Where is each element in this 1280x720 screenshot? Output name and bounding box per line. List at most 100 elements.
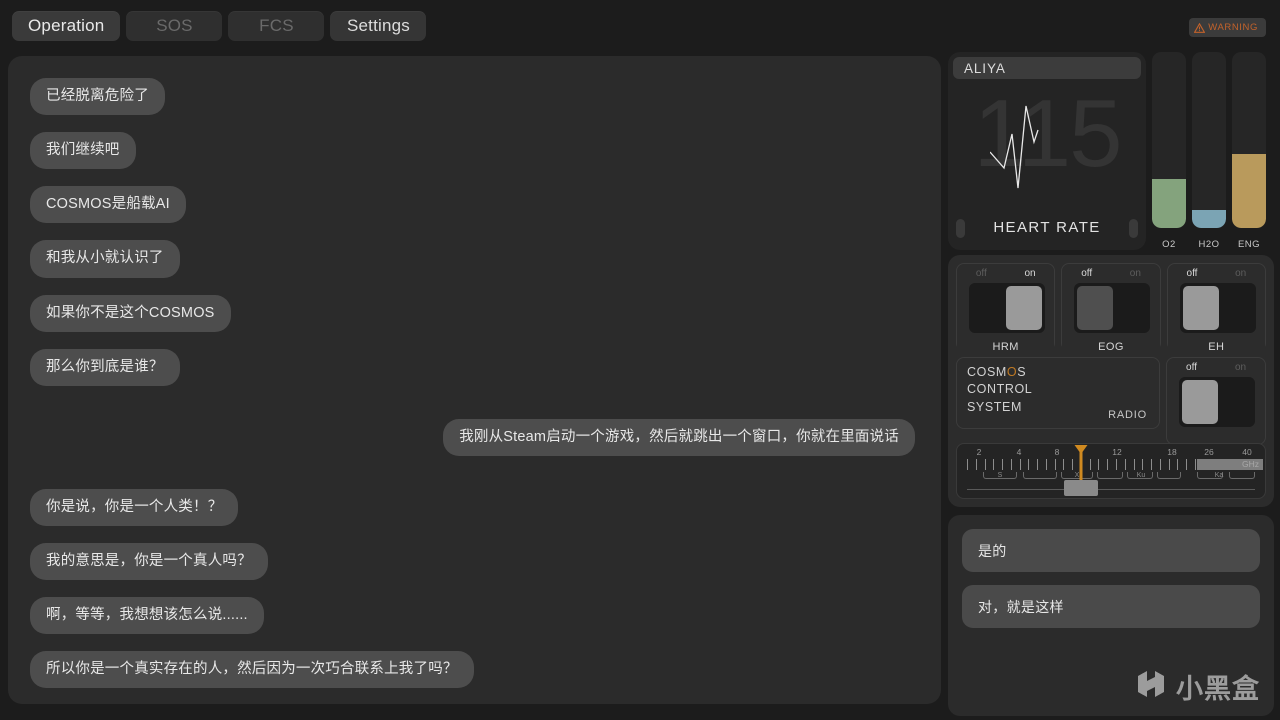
chat-bubble: 我们继续吧 — [30, 132, 136, 170]
cosmos-line-1: COSMOS — [967, 365, 1027, 379]
switch-off-label: off — [975, 268, 987, 279]
switch-name-label: EOG — [1062, 341, 1160, 353]
cosmos-control-system: COSMOS CONTROL SYSTEM RADIO — [956, 357, 1160, 429]
chat-message-row: 和我从小就认识了 — [30, 240, 915, 278]
gauge-label: ENG — [1237, 239, 1261, 250]
freq-tick-label: 40 — [1242, 447, 1252, 457]
switch-track — [1179, 283, 1256, 333]
frequency-ticks — [967, 459, 1231, 470]
chat-bubble-outgoing: 我刚从Steam启动一个游戏，然后就跳出一个窗口，你就在里面说话 — [443, 418, 915, 456]
switch-state-labels: off on — [1062, 268, 1159, 279]
chat-gap — [30, 403, 915, 419]
chat-bubble: 如果你不是这个COSMOS — [30, 294, 231, 332]
band-label-ku: Ku — [1136, 472, 1146, 479]
watermark: 小黑盒 — [1134, 667, 1260, 706]
cosmos-title: COSMOS CONTROL SYSTEM — [967, 364, 1149, 416]
status-badge-warning[interactable]: WARNING — [1189, 18, 1266, 37]
reply-option[interactable]: 是的 — [962, 529, 1260, 572]
chat-bubble: 啊，等等，我想想该怎么说...... — [30, 597, 264, 635]
chat-panel[interactable]: 已经脱离危险了 我们继续吧 COSMOS是船载AI 和我从小就认识了 如果你不是… — [8, 56, 941, 704]
gauge-fill — [1232, 154, 1266, 228]
warning-label: WARNING — [1208, 22, 1258, 33]
switch-off-label: off — [1081, 268, 1093, 279]
switch-track — [969, 283, 1045, 333]
chat-message-row: 我们继续吧 — [30, 132, 915, 170]
chat-bubble: 我的意思是，你是一个真人吗？ — [30, 543, 268, 581]
switch-row-sensors: off on HRM off on EOG off on EH — [956, 263, 1266, 353]
freq-tick-label: 4 — [1016, 447, 1022, 457]
chat-bubble: 和我从小就认识了 — [30, 240, 180, 278]
gauge-h2o[interactable]: H2O — [1192, 52, 1226, 250]
chat-gap — [30, 473, 915, 489]
chat-bubble: 已经脱离危险了 — [30, 78, 165, 116]
switch-knob[interactable] — [1182, 380, 1218, 424]
switch-state-labels: off on — [1168, 268, 1265, 279]
tab-fcs-label: FCS — [259, 16, 294, 35]
switch-name-label: HRM — [957, 341, 1055, 353]
heart-rate-label: HEART RATE — [993, 219, 1101, 236]
frequency-unit-label: GHz — [1242, 459, 1259, 469]
gauge-o2[interactable]: O2 — [1152, 52, 1186, 250]
switch-radio[interactable]: off on — [1166, 357, 1266, 445]
switch-off-label: off — [1186, 362, 1197, 373]
gauge-fill — [1152, 178, 1186, 228]
band-label-ka: Ka — [1214, 472, 1224, 479]
switch-hrm[interactable]: off on HRM — [956, 263, 1056, 353]
switch-name-label: EH — [1167, 341, 1265, 353]
crew-name-pill[interactable]: ALIYA — [953, 57, 1141, 79]
gauge-track — [1152, 52, 1186, 228]
frequency-thumb[interactable] — [1064, 480, 1098, 496]
band-bracket-ku2 — [1157, 472, 1181, 479]
freq-tick-label: 12 — [1112, 447, 1122, 457]
watermark-text: 小黑盒 — [1176, 674, 1260, 704]
right-control-column: ALIYA 115 HEART RATE O2 H2O ENG off on H… — [948, 52, 1274, 716]
switch-eog[interactable]: off on EOG — [1061, 263, 1161, 353]
switch-on-label: on — [1129, 268, 1141, 279]
chat-message-row: COSMOS是船载AI — [30, 186, 915, 224]
crew-name-label: ALIYA — [964, 60, 1006, 76]
gauge-track — [1192, 52, 1226, 228]
switch-eh[interactable]: off on EH — [1166, 263, 1266, 353]
switch-knob[interactable] — [1006, 286, 1042, 330]
warning-triangle-icon — [1194, 22, 1206, 33]
frequency-slider[interactable]: 2 4 8 12 18 26 40 GHz S X Ku Ka — [956, 443, 1266, 499]
switch-knob[interactable] — [1182, 286, 1219, 330]
frequency-scale: 2 4 8 12 18 26 40 GHz S X Ku Ka — [957, 444, 1265, 498]
frequency-needle-cap — [1074, 445, 1088, 454]
chat-bubble: COSMOS是船载AI — [30, 186, 186, 224]
tab-settings[interactable]: Settings — [330, 11, 427, 41]
chat-message-row: 我的意思是，你是一个真人吗？ — [30, 543, 915, 581]
gauge-label: O2 — [1162, 239, 1176, 250]
top-tab-bar: Operation SOS FCS Settings — [0, 0, 1280, 52]
resource-gauges: O2 H2O ENG — [1148, 52, 1274, 250]
chat-message-row: 所以你是一个真实存在的人，然后因为一次巧合联系上我了吗？ — [30, 651, 915, 689]
ecg-waveform-icon — [989, 90, 1066, 215]
cosmos-row: COSMOS CONTROL SYSTEM RADIO off on — [956, 357, 1266, 445]
tab-sos[interactable]: SOS — [126, 11, 223, 41]
cosmos-line-2: CONTROL — [967, 382, 1033, 397]
switch-on-label: on — [1024, 268, 1036, 279]
chat-message-row: 你是说，你是一个人类！？ — [30, 488, 915, 526]
gauge-eng[interactable]: ENG — [1232, 52, 1266, 250]
chat-message-row: 已经脱离危险了 — [30, 78, 915, 116]
gauge-track — [1232, 52, 1266, 228]
tab-operation-label: Operation — [28, 16, 105, 35]
chat-bubble: 你是说，你是一个人类！？ — [30, 488, 239, 526]
chat-message-row-outgoing: 我刚从Steam启动一个游戏，然后就跳出一个窗口，你就在里面说话 — [30, 418, 915, 456]
chat-message-row: 啊，等等，我想想该怎么说...... — [30, 597, 915, 635]
switch-state-labels: off on — [957, 268, 1054, 279]
chat-message-row: 如果你不是这个COSMOS — [30, 294, 915, 332]
tab-fcs[interactable]: FCS — [228, 11, 325, 41]
switch-on-label: on — [1235, 268, 1247, 279]
switch-on-label: on — [1234, 362, 1247, 373]
switch-panel: off on HRM off on EOG off on EH COSMOS C… — [948, 255, 1274, 507]
tab-operation[interactable]: Operation — [12, 11, 121, 41]
band-bracket-s2 — [1023, 472, 1057, 479]
switch-state-labels: off on — [1167, 362, 1265, 373]
freq-tick-label: 26 — [1204, 447, 1214, 457]
reply-option[interactable]: 对，就是这样 — [962, 585, 1260, 628]
application-window: Operation SOS FCS Settings WARNING 已经脱离危… — [0, 0, 1280, 720]
switch-knob[interactable] — [1077, 286, 1114, 330]
vitals-panel: ALIYA 115 HEART RATE — [948, 52, 1146, 250]
freq-tick-label: 2 — [976, 447, 982, 457]
